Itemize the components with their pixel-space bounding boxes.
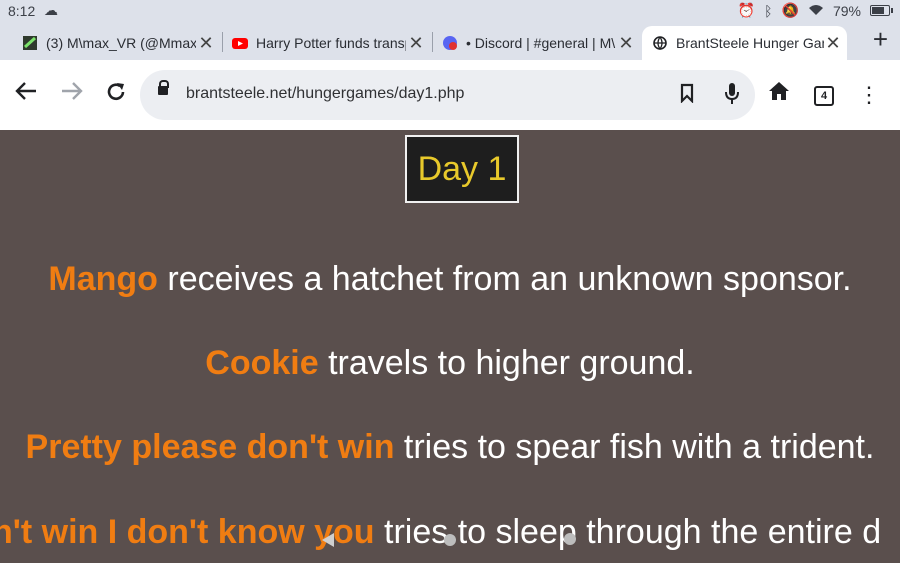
reload-icon[interactable] (102, 80, 130, 110)
tab-title: Harry Potter funds transph (256, 35, 406, 51)
page-content: Day 1 Mango receives a hatchet from an u… (0, 130, 900, 563)
tribute-name: Mango (48, 260, 158, 298)
event-line: Pretty please don't win tries to spear f… (0, 428, 900, 467)
wifi-icon (808, 3, 824, 19)
tab-brantsteele[interactable]: BrantSteele Hunger Game ✕ (642, 26, 847, 60)
forward-arrow-icon[interactable] (58, 80, 86, 108)
event-line: Mango receives a hatchet from an unknown… (0, 260, 900, 299)
tab-title: (3) M\max_VR (@Mmax_vr (46, 35, 196, 51)
event-line: n't win I don't know you tries to sleep … (0, 513, 881, 552)
microphone-icon[interactable] (724, 82, 740, 111)
event-text: receives a hatchet from an unknown spons… (157, 260, 852, 298)
event-text: tries to spear fish with a trident. (394, 428, 875, 466)
tab-switcher-button[interactable]: 4 (814, 86, 834, 106)
battery-percent: 79% (832, 2, 861, 19)
close-icon[interactable]: ✕ (196, 33, 216, 54)
close-icon[interactable]: ✕ (616, 33, 636, 54)
event-text: travels to higher ground. (318, 344, 695, 382)
cloud-icon: ☁ (44, 2, 58, 18)
status-time: 8:12 (8, 3, 36, 19)
tab-youtube[interactable]: Harry Potter funds transph ✕ (232, 26, 430, 60)
twitter-icon (22, 35, 38, 51)
address-bar[interactable]: brantsteele.net/hungergames/day1.php (140, 70, 755, 120)
bluetooth-icon: ᛒ (764, 2, 773, 19)
home-icon[interactable] (765, 80, 793, 108)
globe-icon (652, 35, 668, 51)
new-tab-icon[interactable]: + (873, 24, 888, 55)
status-icons: ⏰ ᛒ 🔕 79% (737, 2, 893, 19)
event-line: Cookie travels to higher ground. (0, 344, 900, 383)
lock-icon (158, 80, 169, 95)
status-bar: 8:12 ☁ ⏰ ᛒ 🔕 79% (0, 0, 900, 22)
menu-icon[interactable]: ⋮ (858, 82, 880, 108)
tab-discord[interactable]: • Discord | #general | M\ma ✕ (442, 26, 640, 60)
back-arrow-icon[interactable] (12, 80, 40, 108)
discord-icon (442, 35, 458, 51)
day-heading: Day 1 (405, 135, 519, 203)
battery-icon (870, 5, 893, 16)
mute-icon: 🔕 (781, 2, 799, 18)
tab-title: BrantSteele Hunger Game (676, 35, 824, 51)
bookmark-icon[interactable] (680, 83, 694, 108)
nav-home-dot[interactable] (444, 534, 456, 546)
tribute-name: n't win I don't know you (0, 513, 375, 551)
tribute-name: Cookie (205, 344, 319, 382)
close-icon[interactable]: ✕ (406, 33, 426, 54)
alarm-icon: ⏰ (737, 2, 756, 18)
youtube-icon (232, 35, 248, 51)
url-text[interactable]: brantsteele.net/hungergames/day1.php (186, 85, 464, 103)
tab-title: • Discord | #general | M\ma (466, 35, 616, 51)
tab-twitter[interactable]: (3) M\max_VR (@Mmax_vr ✕ (22, 26, 220, 60)
close-icon[interactable]: ✕ (823, 33, 843, 54)
tribute-name: Pretty please don't win (25, 428, 395, 466)
nav-back-icon[interactable] (322, 533, 334, 547)
tab-strip: (3) M\max_VR (@Mmax_vr ✕ Harry Potter fu… (0, 22, 900, 60)
nav-recents-dot[interactable] (564, 533, 576, 545)
browser-toolbar: brantsteele.net/hungergames/day1.php 4 ⋮ (0, 60, 900, 130)
